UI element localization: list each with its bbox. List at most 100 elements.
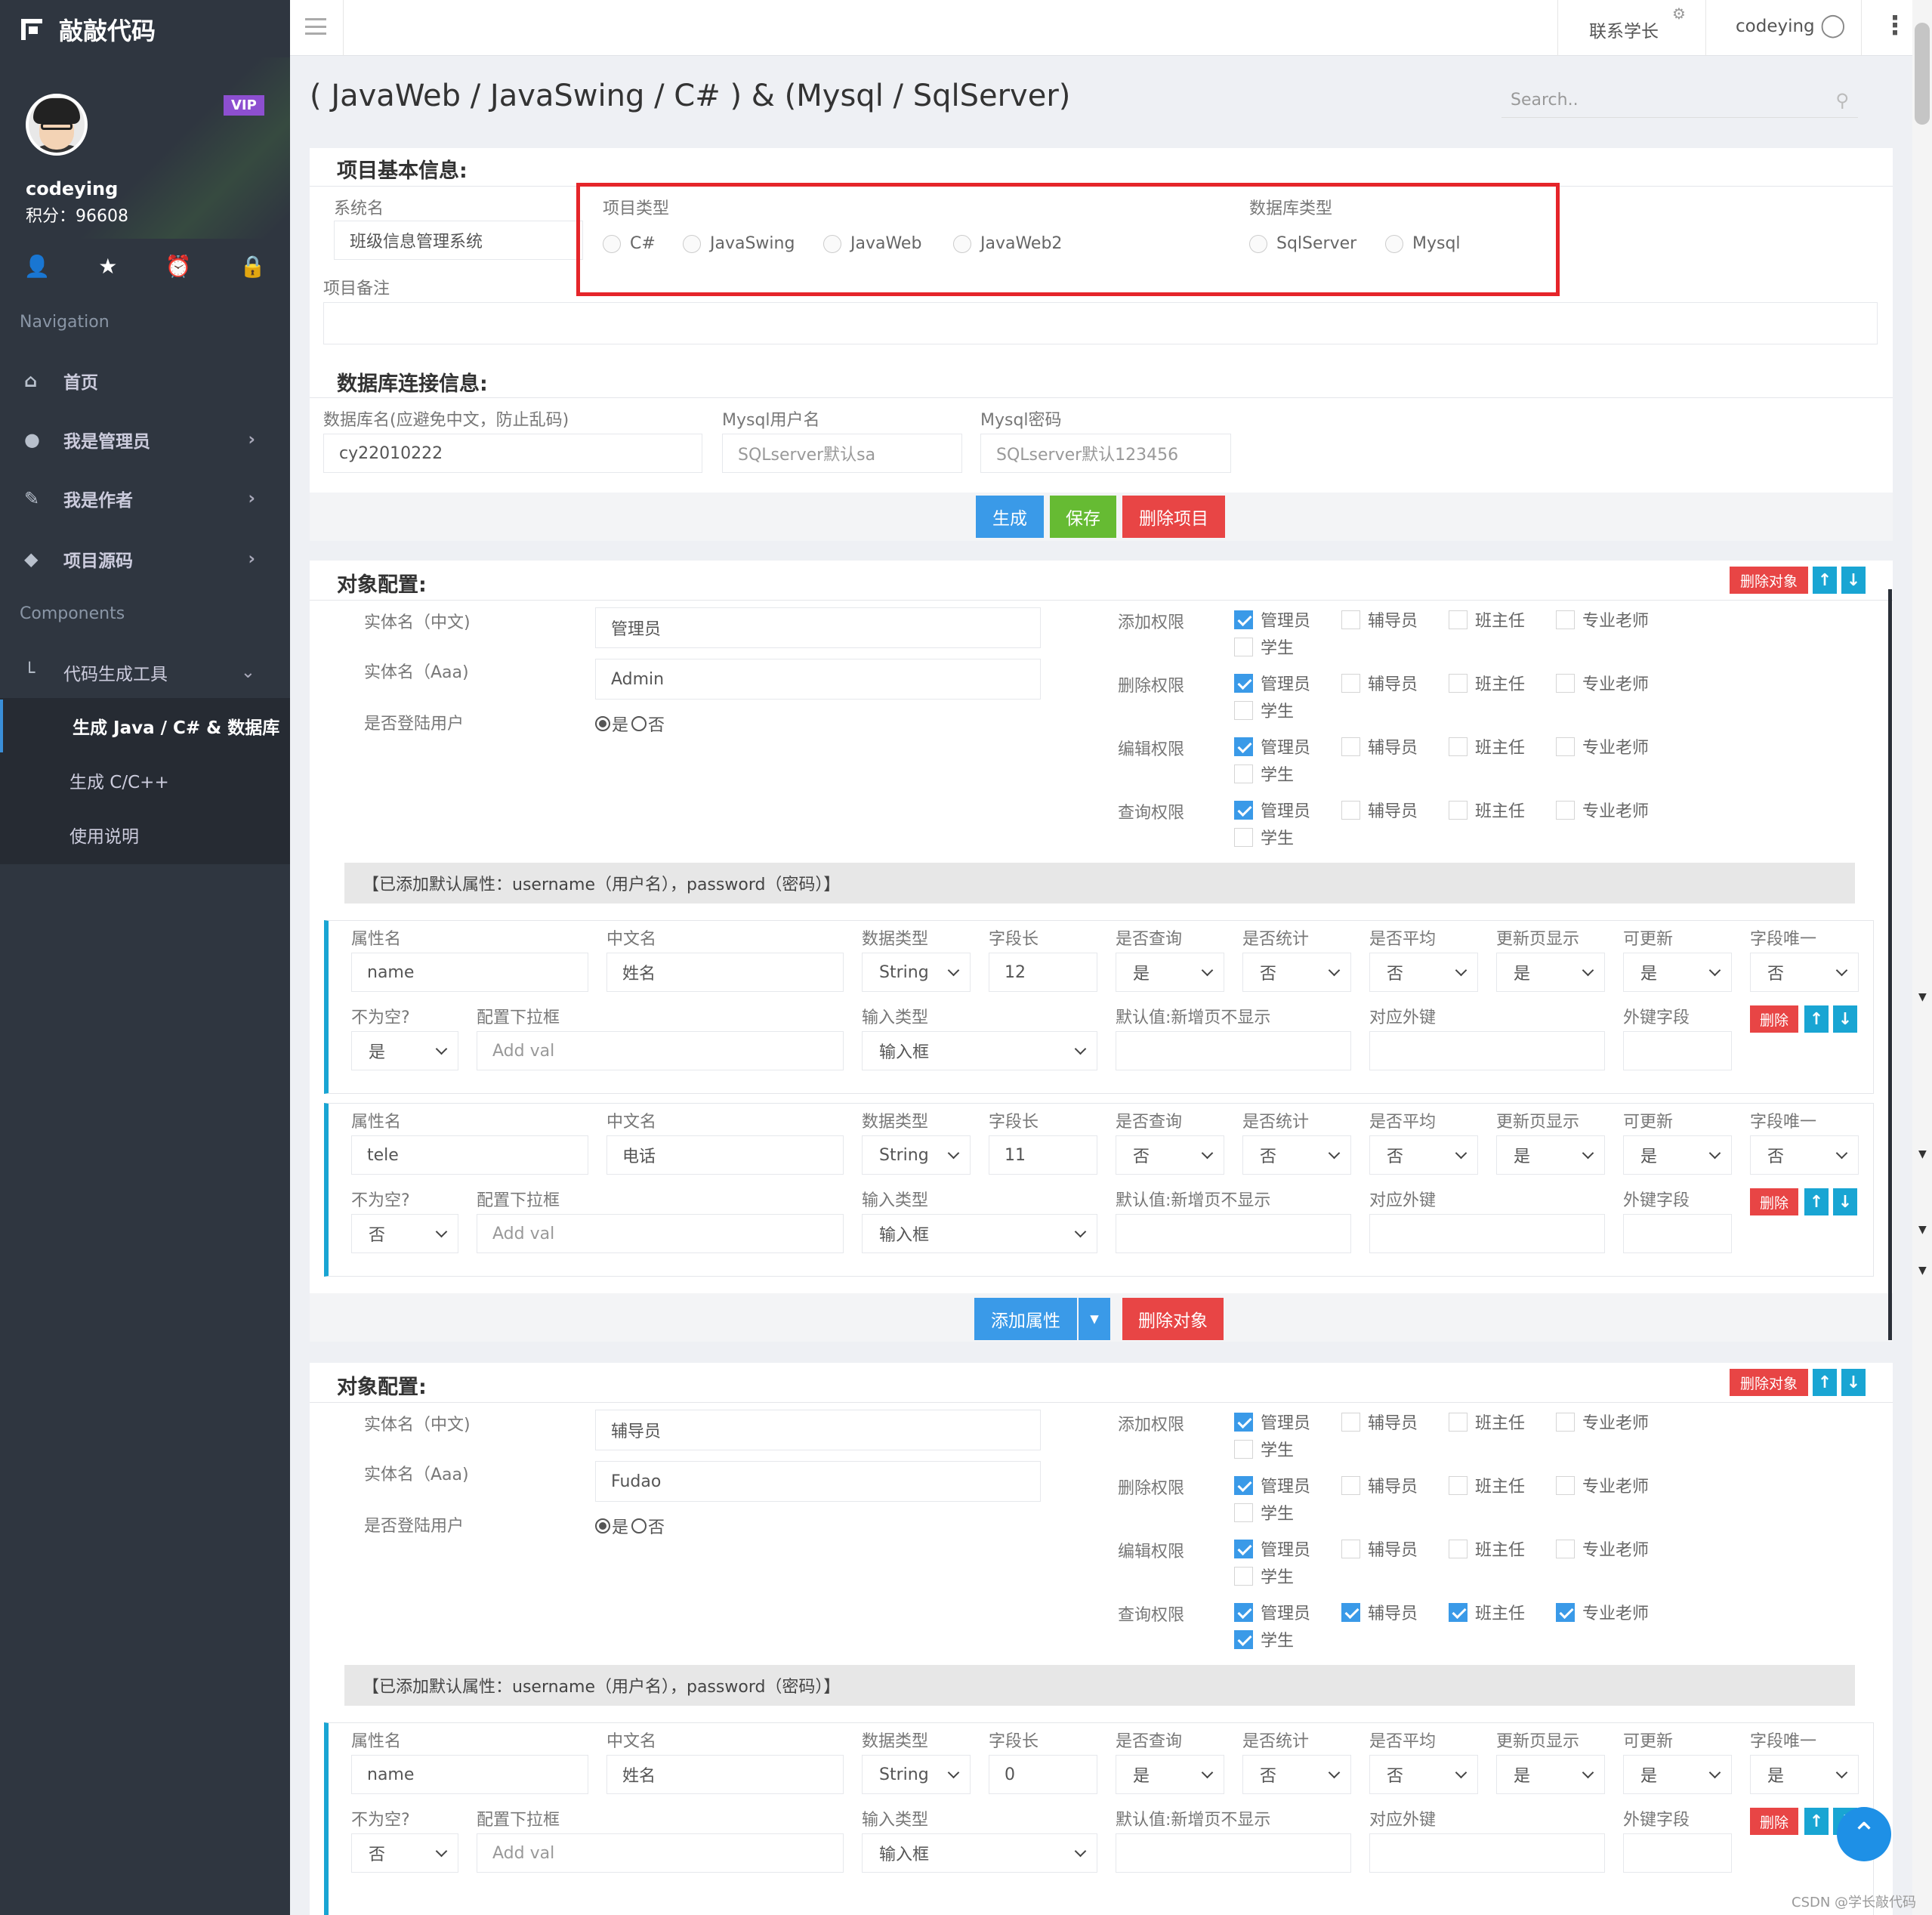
sidebar-sub-java[interactable]: 生成 Java / C# & 数据库 xyxy=(0,700,290,752)
attr-cn-input[interactable]: 姓名 xyxy=(606,953,844,992)
more-vertical-icon[interactable]: ⋮ xyxy=(1882,11,1908,41)
attr-updatable-select[interactable]: 是 xyxy=(1623,953,1732,992)
attr-up-button[interactable]: ↑ xyxy=(1804,1808,1829,1835)
menu-icon[interactable] xyxy=(305,18,326,35)
user-menu[interactable]: codeying xyxy=(1736,17,1815,36)
perm-add-teacher[interactable]: 专业老师 xyxy=(1556,607,1649,632)
generate-button[interactable]: 生成 xyxy=(976,496,1044,538)
perm-add-admin[interactable]: 管理员 xyxy=(1234,1410,1310,1434)
attr-down-button[interactable]: ↓ xyxy=(1833,1188,1857,1215)
perm-del-teacher[interactable]: 专业老师 xyxy=(1556,1473,1649,1497)
attr-unique-select[interactable]: 否 xyxy=(1750,1135,1859,1175)
sidebar-sub-c[interactable]: 生成 C/C++ xyxy=(0,754,290,807)
perm-add-student[interactable]: 学生 xyxy=(1234,1437,1294,1461)
perm-del-teacher[interactable]: 专业老师 xyxy=(1556,671,1649,695)
attr-fk-input[interactable] xyxy=(1369,1833,1605,1873)
sidebar-item-source[interactable]: ◆ 项目源码 › xyxy=(0,530,290,588)
attr-inputtype-select[interactable]: 输入框 xyxy=(862,1833,1097,1873)
move-down-button[interactable]: ↓ xyxy=(1841,567,1866,594)
delete-attr-button[interactable]: 删除 xyxy=(1750,1005,1798,1033)
search-icon[interactable]: ⚲ xyxy=(1835,90,1849,111)
delete-object-button[interactable]: 删除对象 xyxy=(1730,567,1808,594)
dbuser-input[interactable]: SQLserver默认sa xyxy=(722,434,962,473)
attr-dropdown-input[interactable]: Add val xyxy=(477,1031,844,1070)
avatar[interactable] xyxy=(26,94,88,156)
attr-stat-select[interactable]: 否 xyxy=(1242,1755,1351,1794)
attr-name-input[interactable]: name xyxy=(351,1755,588,1794)
support-icon[interactable]: ⚙ xyxy=(1672,5,1686,23)
move-down-button[interactable]: ↓ xyxy=(1841,1369,1866,1396)
attr-type-select[interactable]: String xyxy=(862,1135,971,1175)
attr-fkfield-input[interactable] xyxy=(1623,1031,1732,1070)
attr-updshow-select[interactable]: 是 xyxy=(1496,1755,1605,1794)
perm-add-headteacher[interactable]: 班主任 xyxy=(1449,607,1525,632)
save-button[interactable]: 保存 xyxy=(1050,496,1116,538)
attr-name-input[interactable]: tele xyxy=(351,1135,588,1175)
attr-inputtype-select[interactable]: 输入框 xyxy=(862,1031,1097,1070)
attr-query-select[interactable]: 否 xyxy=(1116,1135,1224,1175)
app-logo[interactable]: 敲敲代码 xyxy=(21,14,156,45)
attr-name-input[interactable]: name xyxy=(351,953,588,992)
perm-edit-headteacher[interactable]: 班主任 xyxy=(1449,734,1525,758)
perm-edit-teacher[interactable]: 专业老师 xyxy=(1556,734,1649,758)
sidebar-sub-help[interactable]: 使用说明 xyxy=(0,808,290,861)
entity-cn-input[interactable]: 辅导员 xyxy=(595,1410,1041,1450)
login-user-radio[interactable]: 是否 xyxy=(595,1514,665,1538)
add-attribute-dropdown[interactable]: ▾ xyxy=(1079,1298,1110,1340)
perm-add-counselor[interactable]: 辅导员 xyxy=(1341,1410,1418,1434)
add-attribute-button[interactable]: 添加属性 xyxy=(974,1298,1077,1340)
attr-fkfield-input[interactable] xyxy=(1623,1833,1732,1873)
attr-default-input[interactable] xyxy=(1116,1833,1351,1873)
perm-edit-counselor[interactable]: 辅导员 xyxy=(1341,734,1418,758)
attr-avg-select[interactable]: 否 xyxy=(1369,1755,1478,1794)
attr-dropdown-input[interactable]: Add val xyxy=(477,1833,844,1873)
attr-notnull-select[interactable]: 是 xyxy=(351,1031,458,1070)
perm-query-admin[interactable]: 管理员 xyxy=(1234,798,1310,822)
perm-query-counselor[interactable]: 辅导员 xyxy=(1341,1600,1418,1624)
scroll-thumb[interactable] xyxy=(1915,23,1930,125)
perm-query-headteacher[interactable]: 班主任 xyxy=(1449,798,1525,822)
back-to-top-button[interactable]: ⌃ xyxy=(1837,1807,1891,1861)
user-icon[interactable]: 👤 xyxy=(24,254,51,279)
perm-edit-teacher[interactable]: 专业老师 xyxy=(1556,1537,1649,1561)
attr-updshow-select[interactable]: 是 xyxy=(1496,1135,1605,1175)
perm-edit-headteacher[interactable]: 班主任 xyxy=(1449,1537,1525,1561)
sidebar-item-codegen[interactable]: └ 代码生成工具 ⌄ xyxy=(0,644,290,701)
perm-del-admin[interactable]: 管理员 xyxy=(1234,1473,1310,1497)
attr-up-button[interactable]: ↑ xyxy=(1804,1188,1829,1215)
attr-default-input[interactable] xyxy=(1116,1214,1351,1253)
perm-del-student[interactable]: 学生 xyxy=(1234,698,1294,722)
attr-unique-select[interactable]: 是 xyxy=(1750,1755,1859,1794)
perm-add-teacher[interactable]: 专业老师 xyxy=(1556,1410,1649,1434)
attr-updshow-select[interactable]: 是 xyxy=(1496,953,1605,992)
search-box[interactable]: Search.. ⚲ xyxy=(1501,83,1858,118)
attr-stat-select[interactable]: 否 xyxy=(1242,1135,1351,1175)
sidebar-item-author[interactable]: ✎ 我是作者 › xyxy=(0,470,290,527)
perm-edit-student[interactable]: 学生 xyxy=(1234,761,1294,786)
search-input[interactable]: Search.. xyxy=(1511,91,1579,110)
attr-notnull-select[interactable]: 否 xyxy=(351,1214,458,1253)
perm-query-counselor[interactable]: 辅导员 xyxy=(1341,798,1418,822)
attr-fk-input[interactable] xyxy=(1369,1031,1605,1070)
page-scrollbar[interactable]: ▼ ▼ ▼ ▼ xyxy=(1912,0,1932,1915)
attr-unique-select[interactable]: 否 xyxy=(1750,953,1859,992)
perm-add-admin[interactable]: 管理员 xyxy=(1234,607,1310,632)
perm-query-headteacher[interactable]: 班主任 xyxy=(1449,1600,1525,1624)
perm-query-teacher[interactable]: 专业老师 xyxy=(1556,798,1649,822)
attr-query-select[interactable]: 是 xyxy=(1116,1755,1224,1794)
delete-attr-button[interactable]: 删除 xyxy=(1750,1188,1798,1215)
entity-cn-input[interactable]: 管理员 xyxy=(595,607,1041,648)
delete-object-button[interactable]: 删除对象 xyxy=(1730,1369,1808,1396)
attr-type-select[interactable]: String xyxy=(862,953,971,992)
perm-query-admin[interactable]: 管理员 xyxy=(1234,1600,1310,1624)
sidebar-item-admin[interactable]: ● 我是管理员 › xyxy=(0,411,290,468)
attr-avg-select[interactable]: 否 xyxy=(1369,953,1478,992)
attr-stat-select[interactable]: 否 xyxy=(1242,953,1351,992)
user-outline-icon[interactable]: ◯ xyxy=(1820,12,1846,39)
perm-query-teacher[interactable]: 专业老师 xyxy=(1556,1600,1649,1624)
attr-updatable-select[interactable]: 是 xyxy=(1623,1135,1732,1175)
attr-fk-input[interactable] xyxy=(1369,1214,1605,1253)
login-user-radio[interactable]: 是否 xyxy=(595,712,665,736)
attr-default-input[interactable] xyxy=(1116,1031,1351,1070)
alarm-icon[interactable]: ⏰ xyxy=(165,254,192,279)
